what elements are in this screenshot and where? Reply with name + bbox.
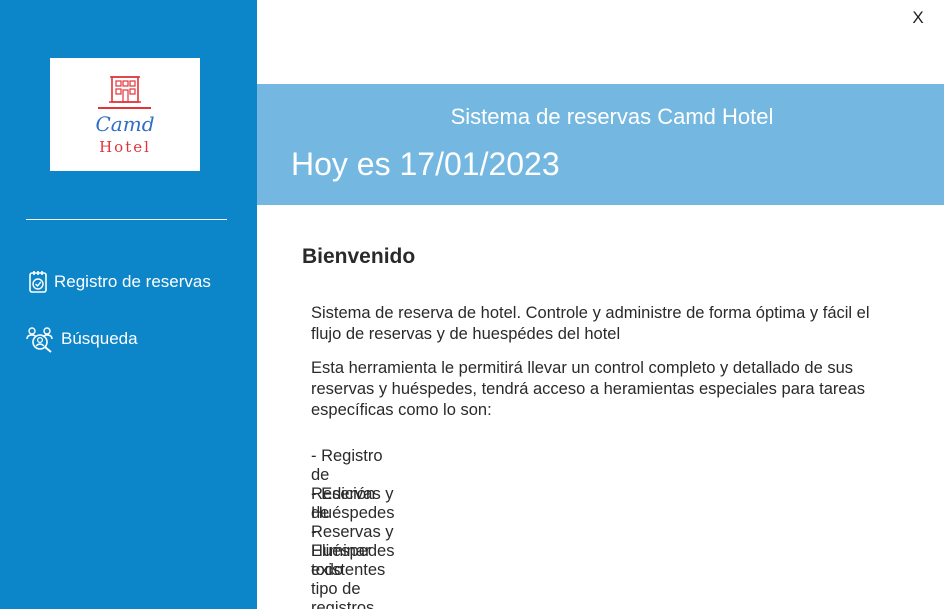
logo-text-camd: Camd <box>95 112 155 136</box>
current-date: Hoy es 17/01/2023 <box>291 146 560 182</box>
users-search-icon <box>25 326 55 353</box>
features-intro-paragraph: Esta herramienta le permitirá llevar un … <box>311 359 865 419</box>
sidebar: Camd Hotel Registro de reservas Búsqueda <box>0 0 257 609</box>
clipboard-check-icon <box>25 269 51 295</box>
logo-text-hotel: Hotel <box>99 138 151 156</box>
sidebar-item-label: Búsqueda <box>61 329 138 348</box>
building-icon <box>109 76 141 103</box>
logo-divider <box>98 107 151 109</box>
sidebar-item-busqueda[interactable]: Búsqueda <box>25 326 138 353</box>
feature-list-item: - Eliminar todo tipo de registros <box>311 523 375 609</box>
close-button[interactable]: X <box>908 7 928 29</box>
hotel-logo: Camd Hotel <box>50 58 200 171</box>
description-paragraph: Sistema de reserva de hotel. Controle y … <box>311 304 870 343</box>
sidebar-item-registro-de-reservas[interactable]: Registro de reservas <box>25 269 211 295</box>
sidebar-divider <box>26 219 227 220</box>
welcome-heading: Bienvenido <box>302 245 416 268</box>
header-banner: Sistema de reservas Camd Hotel Hoy es 17… <box>257 84 944 205</box>
header-title: Sistema de reservas Camd Hotel <box>450 104 774 129</box>
sidebar-item-label: Registro de reservas <box>54 272 211 291</box>
